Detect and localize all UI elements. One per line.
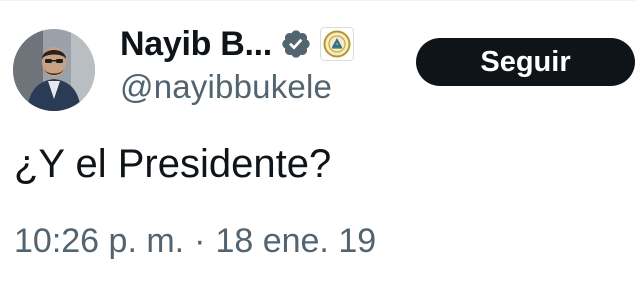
author-handle[interactable]: @nayibbukele xyxy=(120,68,332,106)
verified-badge-icon[interactable] xyxy=(280,28,312,60)
el-salvador-seal-icon xyxy=(319,27,354,61)
tweet-time[interactable]: 10:26 p. m. xyxy=(14,222,184,261)
follow-button[interactable]: Seguir xyxy=(416,38,635,86)
tweet-timestamp[interactable]: 10:26 p. m. · 18 ene. 19 xyxy=(14,222,376,261)
author-name-row: Nayib B... xyxy=(120,22,354,66)
display-name[interactable]: Nayib B... xyxy=(120,25,272,64)
meta-separator: · xyxy=(194,222,206,260)
tweet-text: ¿Y el Presidente? xyxy=(14,142,332,186)
top-divider xyxy=(0,0,635,1)
tweet-date[interactable]: 18 ene. 19 xyxy=(215,222,376,261)
avatar-photo xyxy=(13,29,95,111)
avatar[interactable] xyxy=(13,29,95,111)
